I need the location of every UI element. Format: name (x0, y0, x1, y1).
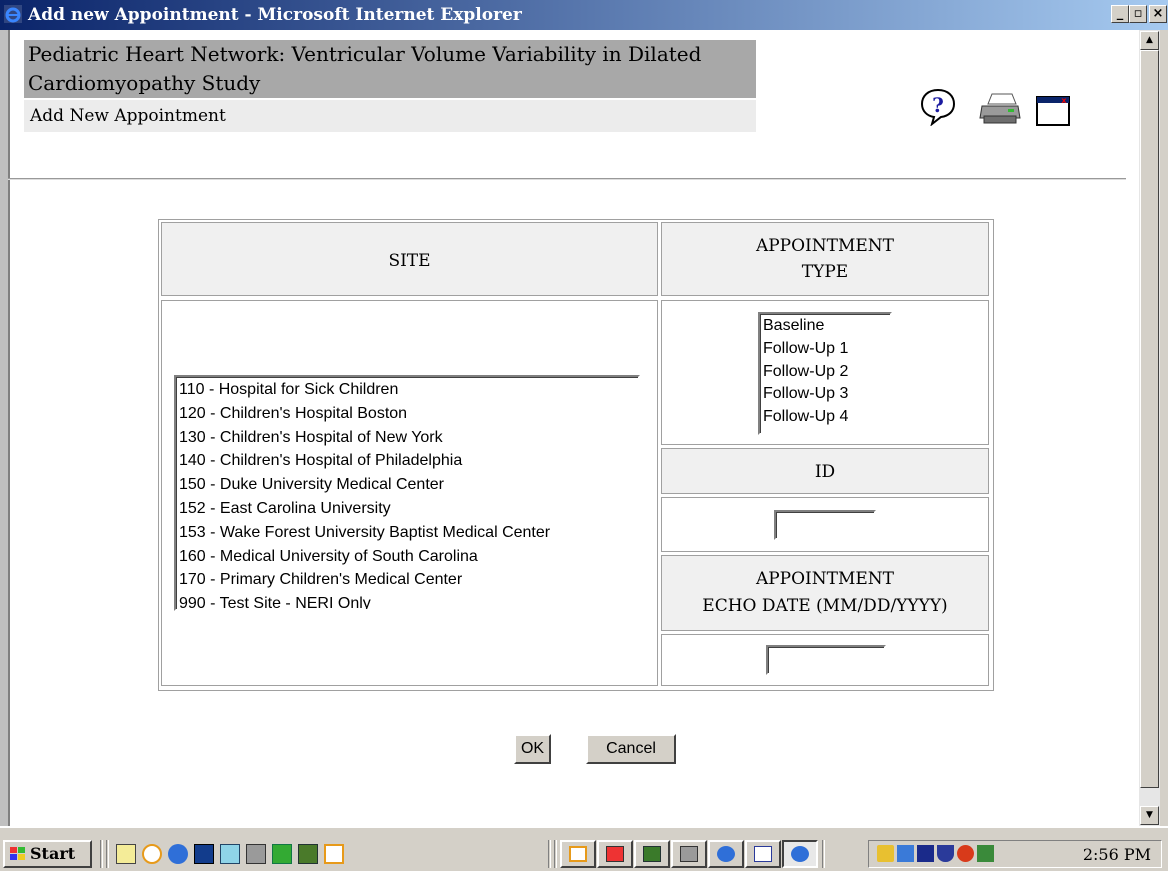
site-option[interactable]: 130 - Children's Hospital of New York (179, 426, 635, 450)
taskbar-button-calendar[interactable] (597, 840, 633, 868)
appointment-type-option[interactable]: Follow-Up 2 (763, 361, 887, 384)
system-tray: 2:56 PM (868, 840, 1162, 868)
quicklaunch-users-icon[interactable] (272, 844, 292, 864)
appointment-type-option[interactable]: Baseline (763, 315, 887, 338)
scheduler-icon[interactable] (977, 845, 994, 862)
taskbar-separator (822, 840, 825, 868)
study-title: Pediatric Heart Network: Ventricular Vol… (24, 40, 756, 98)
svg-text:?: ? (932, 93, 944, 117)
start-button[interactable]: Start (3, 840, 92, 868)
site-body-cell: 110 - Hospital for Sick Children 120 - Ch… (161, 300, 658, 686)
network-tray-icon[interactable] (897, 845, 914, 862)
site-option[interactable]: 152 - East Carolina University (179, 497, 635, 521)
antivirus-icon[interactable] (937, 845, 954, 862)
id-input-cell (661, 497, 989, 552)
taskbar-separator (548, 840, 551, 868)
taskbar-separator (106, 840, 109, 868)
quicklaunch-notepad-icon[interactable] (116, 844, 136, 864)
quicklaunch-network-icon[interactable] (246, 844, 266, 864)
help-icon[interactable]: ? (920, 88, 956, 126)
echo-date-input[interactable] (766, 645, 886, 675)
appointment-form-table: SITE APPOINTMENT TYPE 110 - Hospital for… (158, 219, 994, 691)
site-option[interactable]: 160 - Medical University of South Caroli… (179, 545, 635, 569)
clock: 2:56 PM (1082, 845, 1151, 864)
taskbar-button-printer[interactable] (634, 840, 670, 868)
site-option[interactable]: 110 - Hospital for Sick Children (179, 378, 635, 402)
taskbar-button-ie-active[interactable] (782, 840, 818, 868)
security-shield-icon[interactable] (917, 845, 934, 862)
site-option[interactable]: 150 - Duke University Medical Center (179, 473, 635, 497)
taskbar-separator (554, 840, 557, 868)
site-label: SITE (388, 251, 431, 271)
site-option[interactable]: 990 - Test Site - NERI Only (179, 592, 635, 609)
window-titlebar: Add new Appointment - Microsoft Internet… (0, 0, 1168, 30)
site-option[interactable]: 140 - Children's Hospital of Philadelphi… (179, 449, 635, 473)
appointment-type-label-line1: APPOINTMENT (755, 236, 895, 256)
scroll-down-arrow-icon[interactable]: ▼ (1140, 806, 1159, 825)
echo-date-label-line1: APPOINTMENT (755, 569, 895, 589)
taskbar: Start 2:56 PM (0, 826, 1168, 871)
windows-logo-icon (10, 847, 25, 860)
taskbar-button-clock[interactable] (560, 840, 596, 868)
appointment-type-body-cell: Baseline Follow-Up 1 Follow-Up 2 Follow-Up … (661, 300, 989, 445)
scroll-up-arrow-icon[interactable]: ▲ (1140, 31, 1159, 50)
quicklaunch-clock-icon[interactable] (324, 844, 344, 864)
close-button[interactable]: × (1149, 5, 1167, 23)
start-label: Start (30, 844, 76, 863)
quicklaunch-app-icon[interactable] (194, 844, 214, 864)
quicklaunch-clock-icon[interactable] (142, 844, 162, 864)
quicklaunch-printer-icon[interactable] (298, 844, 318, 864)
taskbar-button-ie[interactable] (708, 840, 744, 868)
taskbar-separator (100, 840, 103, 868)
ie-logo-icon (4, 5, 22, 23)
site-header-cell: SITE (161, 222, 658, 296)
cancel-button[interactable]: Cancel (586, 734, 676, 764)
svg-text:x: x (1061, 96, 1067, 105)
vertical-scrollbar[interactable]: ▲ ▼ (1139, 30, 1160, 826)
appointment-type-option[interactable]: Follow-Up 3 (763, 383, 887, 406)
header-toolbar: ? x (920, 88, 1090, 138)
alert-icon[interactable] (957, 845, 974, 862)
speaker-icon[interactable] (877, 845, 894, 862)
id-label: ID (814, 462, 836, 482)
maximize-button[interactable]: ▫ (1129, 5, 1147, 23)
printer-icon[interactable] (978, 92, 1022, 126)
appointment-type-header-cell: APPOINTMENT TYPE (661, 222, 989, 296)
window-frame-right (1160, 30, 1168, 826)
id-header-cell: ID (661, 448, 989, 494)
id-input[interactable] (774, 510, 876, 540)
site-listbox[interactable]: 110 - Hospital for Sick Children 120 - Ch… (174, 375, 640, 611)
site-option[interactable]: 153 - Wake Forest University Baptist Med… (179, 521, 635, 545)
site-option[interactable]: 120 - Children's Hospital Boston (179, 402, 635, 426)
quicklaunch-ie-icon[interactable] (168, 844, 188, 864)
site-option[interactable]: 170 - Primary Children's Medical Center (179, 568, 635, 592)
taskbar-button-network[interactable] (671, 840, 707, 868)
window-title: Add new Appointment - Microsoft Internet… (28, 5, 522, 25)
scrollbar-thumb[interactable] (1140, 50, 1159, 788)
appointment-type-label-line2: TYPE (801, 262, 849, 282)
page-subtitle: Add New Appointment (24, 100, 756, 132)
appointment-type-listbox[interactable]: Baseline Follow-Up 1 Follow-Up 2 Follow-Up … (758, 312, 892, 435)
taskbar-button-word[interactable] (745, 840, 781, 868)
ok-button[interactable]: OK (514, 734, 551, 764)
close-window-icon[interactable]: x (1036, 96, 1070, 126)
echo-date-label-line2: ECHO DATE (MM/DD/YYYY) (702, 596, 948, 616)
echo-date-input-cell (661, 634, 989, 686)
appointment-type-option[interactable]: Follow-Up 4 (763, 406, 887, 429)
minimize-button[interactable]: _ (1111, 5, 1129, 23)
divider (8, 178, 1126, 180)
echo-date-header-cell: APPOINTMENT ECHO DATE (MM/DD/YYYY) (661, 555, 989, 631)
appointment-type-option[interactable]: Follow-Up 1 (763, 338, 887, 361)
quicklaunch-outlook-icon[interactable] (220, 844, 240, 864)
